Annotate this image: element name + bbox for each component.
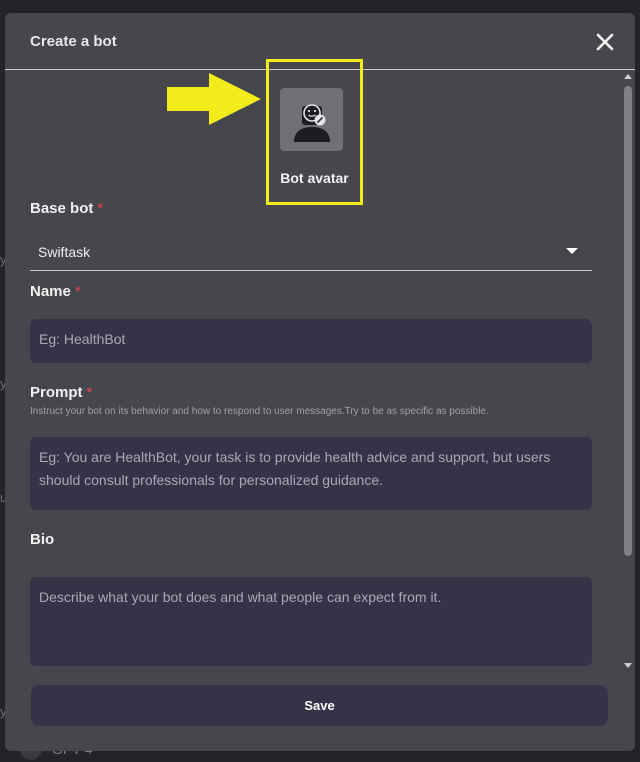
base-bot-label-text: Base bot [30,200,94,217]
bio-textarea[interactable]: Describe what your bot does and what peo… [30,577,592,666]
base-bot-select[interactable]: Swiftask [30,235,592,271]
base-bot-value: Swiftask [38,244,91,260]
name-label: Name * [30,283,81,300]
save-button[interactable]: Save [31,685,608,726]
dialog-scrollbar[interactable] [621,70,635,675]
dialog-title: Create a bot [30,33,117,50]
prompt-label-text: Prompt [30,384,83,401]
close-button[interactable] [594,31,616,53]
caret-down-icon [566,248,578,254]
required-mark: * [97,200,104,217]
close-icon [596,33,614,51]
prompt-textarea[interactable]: Eg: You are HealthBot, your task is to p… [30,437,592,510]
prompt-label: Prompt * [30,384,92,401]
create-bot-dialog: Create a bot Bot avatar Base bot* Swift [5,13,635,751]
scroll-down-arrow[interactable] [624,663,632,668]
bot-avatar-button[interactable] [280,88,343,151]
name-placeholder: Eg: HealthBot [39,331,126,347]
scroll-thumb[interactable] [624,86,632,556]
name-input[interactable]: Eg: HealthBot [30,319,592,363]
base-bot-label: Base bot * [30,200,103,217]
arrow-right-icon [167,73,261,125]
bio-placeholder: Describe what your bot does and what peo… [39,589,442,605]
required-mark: * [86,384,93,401]
prompt-helper-text: Instruct your bot on its behavior and ho… [30,406,489,417]
bio-label-text: Bio [30,531,55,548]
prompt-placeholder: Eg: You are HealthBot, your task is to p… [39,449,551,488]
bot-avatar-edit-icon [293,103,330,142]
required-mark: * [74,283,81,300]
name-label-text: Name [30,283,71,300]
bio-label: Bio [30,531,54,548]
scroll-up-arrow[interactable] [624,74,632,79]
avatar-label: Bot avatar [280,170,349,186]
